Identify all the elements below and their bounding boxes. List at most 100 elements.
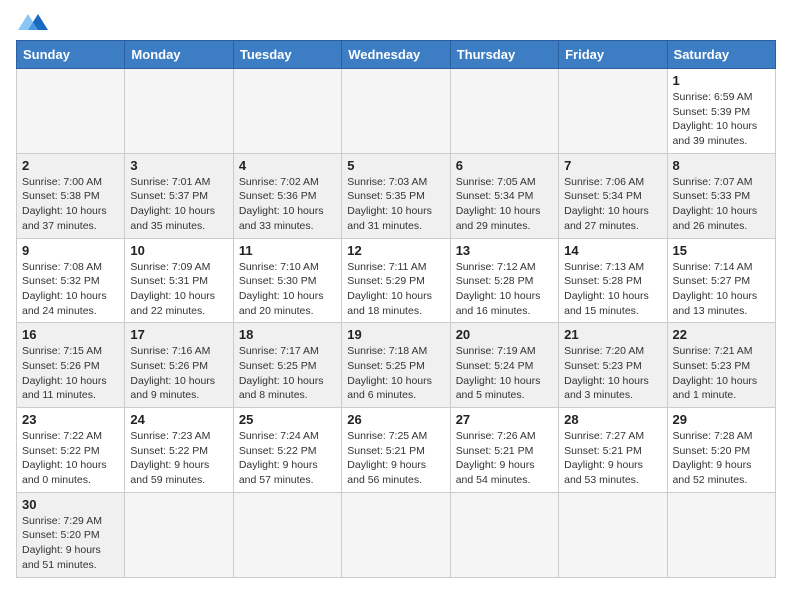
day-number: 6 — [456, 158, 553, 173]
day-info: Sunrise: 7:11 AMSunset: 5:29 PMDaylight:… — [347, 260, 444, 319]
calendar-cell: 16 Sunrise: 7:15 AMSunset: 5:26 PMDayligh… — [17, 323, 125, 408]
day-number: 9 — [22, 243, 119, 258]
calendar-cell: 27 Sunrise: 7:26 AMSunset: 5:21 PMDayligh… — [450, 408, 558, 493]
day-info: Sunrise: 7:05 AMSunset: 5:34 PMDaylight:… — [456, 175, 553, 234]
calendar-cell: 26 Sunrise: 7:25 AMSunset: 5:21 PMDayligh… — [342, 408, 450, 493]
day-info: Sunrise: 7:25 AMSunset: 5:21 PMDaylight:… — [347, 429, 444, 488]
day-number: 21 — [564, 327, 661, 342]
day-info: Sunrise: 7:21 AMSunset: 5:23 PMDaylight:… — [673, 344, 770, 403]
calendar-header-row: SundayMondayTuesdayWednesdayThursdayFrid… — [17, 41, 776, 69]
calendar-cell: 28Sunrise: 7:27 AMSunset: 5:21 PMDayligh… — [559, 408, 667, 493]
day-number: 8 — [673, 158, 770, 173]
day-number: 26 — [347, 412, 444, 427]
calendar-cell: 30Sunrise: 7:29 AMSunset: 5:20 PMDayligh… — [17, 492, 125, 577]
day-info: Sunrise: 7:07 AMSunset: 5:33 PMDaylight:… — [673, 175, 770, 234]
header — [16, 16, 776, 32]
calendar-cell — [17, 69, 125, 154]
day-info: Sunrise: 7:09 AMSunset: 5:31 PMDaylight:… — [130, 260, 227, 319]
calendar-cell: 11 Sunrise: 7:10 AMSunset: 5:30 PMDayligh… — [233, 238, 341, 323]
day-number: 23 — [22, 412, 119, 427]
day-number: 25 — [239, 412, 336, 427]
day-number: 7 — [564, 158, 661, 173]
day-info: Sunrise: 7:18 AMSunset: 5:25 PMDaylight:… — [347, 344, 444, 403]
calendar-week-row: 30Sunrise: 7:29 AMSunset: 5:20 PMDayligh… — [17, 492, 776, 577]
calendar-cell — [233, 492, 341, 577]
day-info: Sunrise: 7:00 AMSunset: 5:38 PMDaylight:… — [22, 175, 119, 234]
calendar-table: SundayMondayTuesdayWednesdayThursdayFrid… — [16, 40, 776, 578]
day-info: Sunrise: 7:08 AMSunset: 5:32 PMDaylight:… — [22, 260, 119, 319]
day-info: Sunrise: 7:24 AMSunset: 5:22 PMDaylight:… — [239, 429, 336, 488]
day-number: 27 — [456, 412, 553, 427]
calendar-cell: 19 Sunrise: 7:18 AMSunset: 5:25 PMDayligh… — [342, 323, 450, 408]
day-number: 1 — [673, 73, 770, 88]
day-header-friday: Friday — [559, 41, 667, 69]
calendar-week-row: 9 Sunrise: 7:08 AMSunset: 5:32 PMDaylight… — [17, 238, 776, 323]
calendar-cell: 15 Sunrise: 7:14 AMSunset: 5:27 PMDayligh… — [667, 238, 775, 323]
calendar-cell — [559, 69, 667, 154]
day-number: 4 — [239, 158, 336, 173]
day-info: Sunrise: 7:22 AMSunset: 5:22 PMDaylight:… — [22, 429, 119, 488]
day-number: 12 — [347, 243, 444, 258]
day-number: 10 — [130, 243, 227, 258]
calendar-cell: 2Sunrise: 7:00 AMSunset: 5:38 PMDaylight… — [17, 153, 125, 238]
day-info: Sunrise: 7:12 AMSunset: 5:28 PMDaylight:… — [456, 260, 553, 319]
day-info: Sunrise: 7:02 AMSunset: 5:36 PMDaylight:… — [239, 175, 336, 234]
day-header-thursday: Thursday — [450, 41, 558, 69]
calendar-cell: 21 Sunrise: 7:20 AMSunset: 5:23 PMDayligh… — [559, 323, 667, 408]
day-info: Sunrise: 7:03 AMSunset: 5:35 PMDaylight:… — [347, 175, 444, 234]
calendar-cell — [342, 69, 450, 154]
calendar-cell — [342, 492, 450, 577]
day-number: 22 — [673, 327, 770, 342]
day-number: 15 — [673, 243, 770, 258]
day-number: 18 — [239, 327, 336, 342]
calendar-cell: 23 Sunrise: 7:22 AMSunset: 5:22 PMDayligh… — [17, 408, 125, 493]
calendar-cell — [233, 69, 341, 154]
calendar-cell: 14Sunrise: 7:13 AMSunset: 5:28 PMDayligh… — [559, 238, 667, 323]
day-number: 28 — [564, 412, 661, 427]
calendar-cell: 1 Sunrise: 6:59 AMSunset: 5:39 PMDaylight… — [667, 69, 775, 154]
day-number: 20 — [456, 327, 553, 342]
day-number: 17 — [130, 327, 227, 342]
day-info: Sunrise: 7:10 AMSunset: 5:30 PMDaylight:… — [239, 260, 336, 319]
day-info: Sunrise: 7:26 AMSunset: 5:21 PMDaylight:… — [456, 429, 553, 488]
day-number: 3 — [130, 158, 227, 173]
day-info: Sunrise: 7:23 AMSunset: 5:22 PMDaylight:… — [130, 429, 227, 488]
calendar-cell: 18Sunrise: 7:17 AMSunset: 5:25 PMDayligh… — [233, 323, 341, 408]
day-number: 24 — [130, 412, 227, 427]
day-info: Sunrise: 7:16 AMSunset: 5:26 PMDaylight:… — [130, 344, 227, 403]
day-info: Sunrise: 7:20 AMSunset: 5:23 PMDaylight:… — [564, 344, 661, 403]
calendar-cell: 13 Sunrise: 7:12 AMSunset: 5:28 PMDayligh… — [450, 238, 558, 323]
calendar-cell — [559, 492, 667, 577]
day-header-monday: Monday — [125, 41, 233, 69]
day-header-tuesday: Tuesday — [233, 41, 341, 69]
calendar-cell: 6 Sunrise: 7:05 AMSunset: 5:34 PMDaylight… — [450, 153, 558, 238]
calendar-cell: 8 Sunrise: 7:07 AMSunset: 5:33 PMDaylight… — [667, 153, 775, 238]
calendar-cell: 22 Sunrise: 7:21 AMSunset: 5:23 PMDayligh… — [667, 323, 775, 408]
calendar-cell — [667, 492, 775, 577]
calendar-cell: 5 Sunrise: 7:03 AMSunset: 5:35 PMDaylight… — [342, 153, 450, 238]
day-number: 14 — [564, 243, 661, 258]
calendar-week-row: 1 Sunrise: 6:59 AMSunset: 5:39 PMDaylight… — [17, 69, 776, 154]
calendar-cell: 17 Sunrise: 7:16 AMSunset: 5:26 PMDayligh… — [125, 323, 233, 408]
calendar-cell: 29Sunrise: 7:28 AMSunset: 5:20 PMDayligh… — [667, 408, 775, 493]
day-number: 13 — [456, 243, 553, 258]
calendar-cell: 12 Sunrise: 7:11 AMSunset: 5:29 PMDayligh… — [342, 238, 450, 323]
calendar-cell: 20 Sunrise: 7:19 AMSunset: 5:24 PMDayligh… — [450, 323, 558, 408]
day-number: 16 — [22, 327, 119, 342]
day-header-wednesday: Wednesday — [342, 41, 450, 69]
calendar-cell: 25 Sunrise: 7:24 AMSunset: 5:22 PMDayligh… — [233, 408, 341, 493]
day-info: Sunrise: 7:29 AMSunset: 5:20 PMDaylight:… — [22, 514, 119, 573]
day-number: 19 — [347, 327, 444, 342]
day-info: Sunrise: 7:28 AMSunset: 5:20 PMDaylight:… — [673, 429, 770, 488]
calendar-cell: 10 Sunrise: 7:09 AMSunset: 5:31 PMDayligh… — [125, 238, 233, 323]
calendar-cell: 9 Sunrise: 7:08 AMSunset: 5:32 PMDaylight… — [17, 238, 125, 323]
day-info: Sunrise: 6:59 AMSunset: 5:39 PMDaylight:… — [673, 90, 770, 149]
day-number: 11 — [239, 243, 336, 258]
day-info: Sunrise: 7:15 AMSunset: 5:26 PMDaylight:… — [22, 344, 119, 403]
day-info: Sunrise: 7:06 AMSunset: 5:34 PMDaylight:… — [564, 175, 661, 234]
day-info: Sunrise: 7:14 AMSunset: 5:27 PMDaylight:… — [673, 260, 770, 319]
calendar-week-row: 2Sunrise: 7:00 AMSunset: 5:38 PMDaylight… — [17, 153, 776, 238]
day-number: 5 — [347, 158, 444, 173]
calendar-cell — [450, 69, 558, 154]
day-info: Sunrise: 7:19 AMSunset: 5:24 PMDaylight:… — [456, 344, 553, 403]
